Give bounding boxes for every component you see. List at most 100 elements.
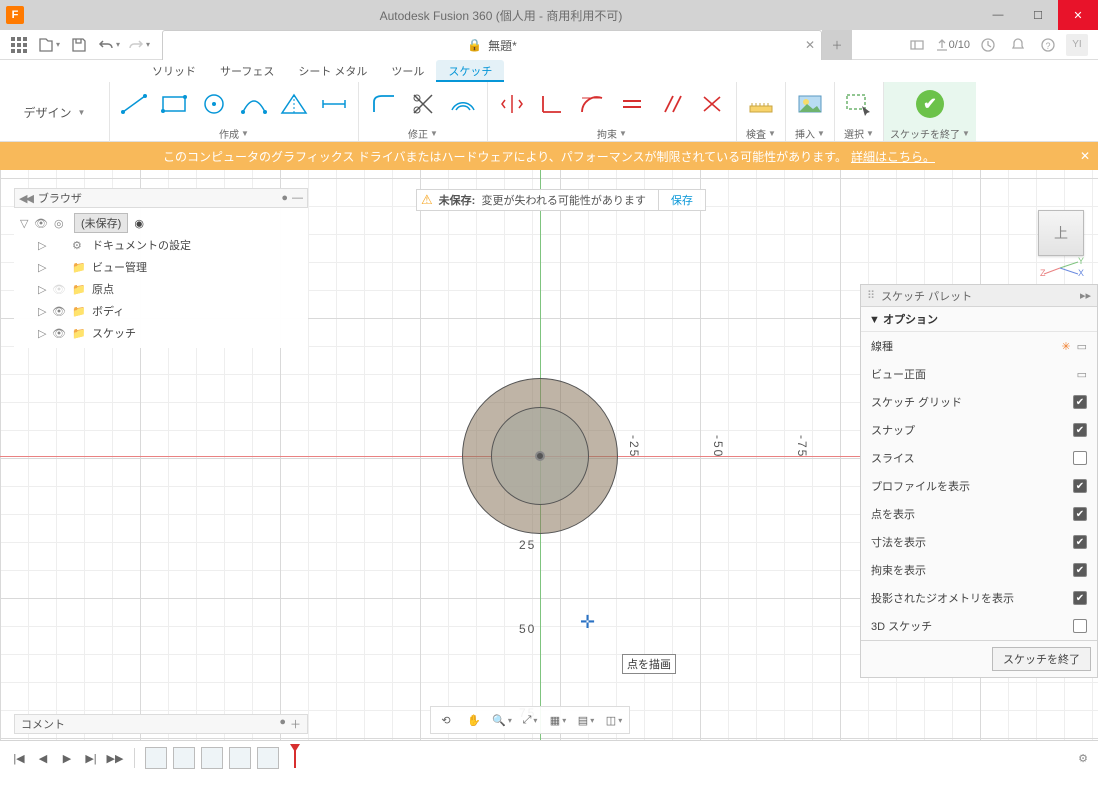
- checkbox[interactable]: ✔: [1073, 535, 1087, 549]
- timeline-prev-icon[interactable]: ◀: [34, 749, 52, 767]
- checkbox[interactable]: ✔: [1073, 423, 1087, 437]
- clock-icon[interactable]: [976, 33, 1000, 57]
- sketch-center-point[interactable]: [535, 451, 545, 461]
- tab-tools[interactable]: ツール: [379, 60, 436, 82]
- collapse-icon[interactable]: ◀◀: [19, 192, 32, 205]
- rect-tool[interactable]: [156, 86, 192, 122]
- timeline-last-icon[interactable]: ▶▶: [106, 749, 124, 767]
- palette-row-6[interactable]: 点を表示✔: [861, 500, 1097, 528]
- tree-item-origin[interactable]: ▷👁📁原点: [16, 278, 306, 300]
- checkbox[interactable]: ✔: [1073, 479, 1087, 493]
- viewcube[interactable]: 上: [1038, 210, 1084, 256]
- insert-tool[interactable]: [792, 86, 828, 122]
- fillet-tool[interactable]: [365, 86, 401, 122]
- checkbox[interactable]: [1073, 451, 1087, 465]
- palette-row-1[interactable]: ビュー正面▭: [861, 360, 1097, 388]
- file-menu-button[interactable]: ▾: [34, 30, 64, 60]
- group-label-finish[interactable]: スケッチを終了: [890, 126, 960, 141]
- tab-surface[interactable]: サーフェス: [208, 60, 286, 82]
- visibility-icon[interactable]: 👁: [34, 217, 52, 230]
- redo-button[interactable]: ▾: [124, 30, 154, 60]
- line-tool[interactable]: [116, 86, 152, 122]
- palette-section-options[interactable]: ▼ オプション: [861, 307, 1097, 332]
- offset-tool[interactable]: [445, 86, 481, 122]
- select-tool[interactable]: [841, 86, 877, 122]
- viewport-icon[interactable]: ◫▾: [601, 709, 627, 731]
- orbit-icon[interactable]: ⟲: [433, 709, 459, 731]
- palette-row-8[interactable]: 拘束を表示✔: [861, 556, 1097, 584]
- constraint-tangent[interactable]: [574, 86, 610, 122]
- bell-icon[interactable]: [1006, 33, 1030, 57]
- constraint-parallel[interactable]: [654, 86, 690, 122]
- browser-min-icon[interactable]: —: [292, 192, 303, 204]
- comments-bar[interactable]: コメント ●＋: [14, 714, 308, 734]
- grid-icon[interactable]: ▤▾: [573, 709, 599, 731]
- tree-item-views[interactable]: ▷📁ビュー管理: [16, 256, 306, 278]
- timeline-feature-4[interactable]: [229, 747, 251, 769]
- timeline-feature-5[interactable]: [257, 747, 279, 769]
- display-icon[interactable]: ▦▾: [545, 709, 571, 731]
- palette-expand-icon[interactable]: ▸▸: [1080, 289, 1091, 302]
- document-tab[interactable]: 🔒 無題* ✕: [162, 30, 822, 60]
- minimize-button[interactable]: —: [978, 0, 1018, 30]
- viewport[interactable]: -25 -50 -75 25 50 75 ✛ 点を描画 ⚠ 未保存: 変更が失わ…: [0, 170, 1098, 740]
- checkbox[interactable]: ✔: [1073, 395, 1087, 409]
- timeline-playhead[interactable]: [285, 744, 299, 772]
- finish-sketch-icon[interactable]: ✔: [916, 90, 944, 118]
- palette-row-9[interactable]: 投影されたジオメトリを表示✔: [861, 584, 1097, 612]
- workspace-switcher[interactable]: デザイン▼: [0, 82, 110, 142]
- tree-item-bodies[interactable]: ▷👁📁ボディ: [16, 300, 306, 322]
- warning-link[interactable]: 詳細はこちら。: [851, 148, 935, 165]
- save-link[interactable]: 保存: [658, 190, 705, 210]
- browser-pin-icon[interactable]: ●: [281, 192, 288, 204]
- constraint-horiz[interactable]: [494, 86, 530, 122]
- constraint-equal[interactable]: [614, 86, 650, 122]
- tab-sheetmetal[interactable]: シート メタル: [286, 60, 379, 82]
- close-tab-icon[interactable]: ✕: [805, 38, 815, 52]
- tab-solid[interactable]: ソリッド: [140, 60, 208, 82]
- close-button[interactable]: ✕: [1058, 0, 1098, 30]
- palette-header[interactable]: ⠿ スケッチ パレット ▸▸: [861, 285, 1097, 307]
- palette-row-7[interactable]: 寸法を表示✔: [861, 528, 1097, 556]
- new-tab-button[interactable]: ＋: [822, 30, 852, 60]
- checkbox[interactable]: ✔: [1073, 507, 1087, 521]
- timeline-next-icon[interactable]: ▶|: [82, 749, 100, 767]
- constraint-perp[interactable]: [534, 86, 570, 122]
- tree-item-sketches[interactable]: ▷👁📁スケッチ: [16, 322, 306, 344]
- help-icon[interactable]: ?: [1036, 33, 1060, 57]
- circle-tool[interactable]: [196, 86, 232, 122]
- linetype-construction-icon[interactable]: ✳: [1061, 340, 1070, 353]
- palette-row-2[interactable]: スケッチ グリッド✔: [861, 388, 1097, 416]
- dimension-tool[interactable]: [316, 86, 352, 122]
- polygon-tool[interactable]: [276, 86, 312, 122]
- timeline-settings-icon[interactable]: ⚙: [1078, 752, 1088, 765]
- undo-button[interactable]: ▾: [94, 30, 124, 60]
- user-avatar[interactable]: YI: [1066, 34, 1088, 56]
- checkbox[interactable]: [1073, 619, 1087, 633]
- palette-finish-button[interactable]: スケッチを終了: [992, 647, 1091, 671]
- arc-tool[interactable]: [236, 86, 272, 122]
- linetype-center-icon[interactable]: ▭: [1077, 340, 1087, 353]
- timeline-feature-3[interactable]: [201, 747, 223, 769]
- extensions-icon[interactable]: [905, 33, 929, 57]
- timeline-feature-1[interactable]: [145, 747, 167, 769]
- tree-root[interactable]: ▽ 👁 ◎ (未保存) ◉: [16, 212, 306, 234]
- constraint-fix[interactable]: [694, 86, 730, 122]
- palette-row-0[interactable]: 線種✳ ▭: [861, 332, 1097, 360]
- palette-row-10[interactable]: 3D スケッチ: [861, 612, 1097, 640]
- comments-pin-icon[interactable]: ●: [279, 716, 286, 732]
- drag-handle-icon[interactable]: ⠿: [867, 289, 875, 302]
- warning-close-icon[interactable]: ✕: [1080, 149, 1090, 163]
- timeline-feature-2[interactable]: [173, 747, 195, 769]
- timeline-first-icon[interactable]: |◀: [10, 749, 28, 767]
- app-menu-button[interactable]: [4, 30, 34, 60]
- zoom-icon[interactable]: 🔍▾: [489, 709, 515, 731]
- palette-row-4[interactable]: スライス: [861, 444, 1097, 472]
- fit-icon[interactable]: ⤢▾: [517, 709, 543, 731]
- tree-item-doc-settings[interactable]: ▷⚙ドキュメントの設定: [16, 234, 306, 256]
- trim-tool[interactable]: [405, 86, 441, 122]
- save-button[interactable]: [64, 30, 94, 60]
- look-at-icon[interactable]: ▭: [1077, 368, 1087, 381]
- inspect-tool[interactable]: [743, 86, 779, 122]
- checkbox[interactable]: ✔: [1073, 591, 1087, 605]
